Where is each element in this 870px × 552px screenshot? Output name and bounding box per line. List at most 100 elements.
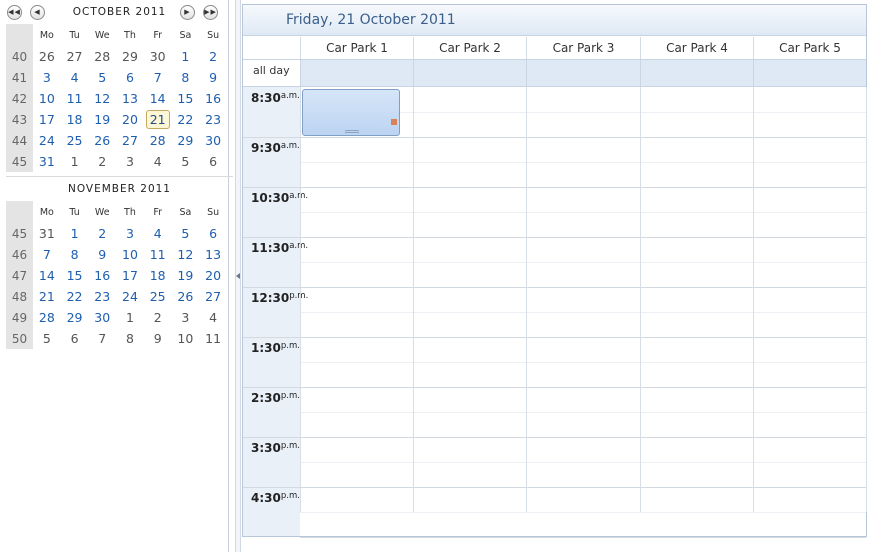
calendar-day[interactable]: 10: [172, 328, 200, 349]
calendar-day[interactable]: 3: [116, 151, 144, 172]
half-hour-gridline: [300, 212, 866, 213]
calendar-day[interactable]: 8: [172, 67, 200, 88]
calendar-day[interactable]: 11: [144, 244, 172, 265]
calendar-day[interactable]: 2: [144, 307, 172, 328]
calendar-day[interactable]: 29: [116, 46, 144, 67]
calendar-day[interactable]: 26: [172, 286, 200, 307]
calendar-day[interactable]: 6: [61, 328, 89, 349]
calendar-day[interactable]: 4: [144, 151, 172, 172]
calendar-day[interactable]: 22: [172, 109, 200, 130]
calendar-day[interactable]: 4: [144, 223, 172, 244]
calendar-day[interactable]: 6: [199, 223, 227, 244]
calendar-day[interactable]: 25: [144, 286, 172, 307]
collapse-arrow-icon[interactable]: [236, 273, 240, 279]
calendar-day[interactable]: 12: [88, 88, 116, 109]
calendar-day[interactable]: 28: [144, 130, 172, 151]
calendar-day[interactable]: 22: [61, 286, 89, 307]
calendar-day[interactable]: 12: [172, 244, 200, 265]
calendar-day[interactable]: 28: [88, 46, 116, 67]
calendar-day[interactable]: 17: [116, 265, 144, 286]
fast-previous-icon[interactable]: ◀◀: [7, 5, 22, 20]
calendar-day[interactable]: 16: [88, 265, 116, 286]
calendar-day[interactable]: 27: [199, 286, 227, 307]
calendar-day[interactable]: 31: [33, 151, 61, 172]
calendar-day[interactable]: 5: [172, 151, 200, 172]
calendar-day[interactable]: 1: [61, 151, 89, 172]
all-day-cell[interactable]: [300, 60, 413, 86]
calendar-day[interactable]: 2: [88, 223, 116, 244]
calendar-day[interactable]: 20: [116, 109, 144, 130]
calendar-day[interactable]: 16: [199, 88, 227, 109]
calendar-day[interactable]: 15: [61, 265, 89, 286]
calendar-day[interactable]: 31: [33, 223, 61, 244]
calendar-day[interactable]: 26: [88, 130, 116, 151]
calendar-day[interactable]: 28: [33, 307, 61, 328]
time-label: 8:30a.m.: [243, 87, 300, 137]
calendar-day[interactable]: 8: [61, 244, 89, 265]
calendar-day[interactable]: 2: [88, 151, 116, 172]
calendar-day[interactable]: 10: [116, 244, 144, 265]
fast-next-icon[interactable]: ▶▶: [203, 5, 218, 20]
calendar-day[interactable]: 2: [199, 46, 227, 67]
next-month-icon[interactable]: ▶: [180, 5, 195, 20]
calendar-day[interactable]: 23: [88, 286, 116, 307]
calendar-day[interactable]: 14: [144, 88, 172, 109]
calendar-day[interactable]: 25: [61, 130, 89, 151]
calendar-day[interactable]: 6: [199, 151, 227, 172]
calendar-day[interactable]: 11: [199, 328, 227, 349]
pane-splitter[interactable]: [235, 0, 241, 552]
calendar-day[interactable]: 7: [88, 328, 116, 349]
calendar-day[interactable]: 5: [33, 328, 61, 349]
calendar-day[interactable]: 21: [33, 286, 61, 307]
calendar-day[interactable]: 3: [33, 67, 61, 88]
calendar-day[interactable]: 7: [144, 67, 172, 88]
calendar-day[interactable]: 7: [33, 244, 61, 265]
calendar-day[interactable]: 5: [88, 67, 116, 88]
calendar-day[interactable]: 1: [116, 307, 144, 328]
calendar-day[interactable]: 19: [88, 109, 116, 130]
calendar-day[interactable]: 1: [61, 223, 89, 244]
all-day-cell[interactable]: [753, 60, 866, 86]
calendar-day[interactable]: 13: [199, 244, 227, 265]
calendar-day[interactable]: 6: [116, 67, 144, 88]
calendar-day[interactable]: 3: [116, 223, 144, 244]
all-day-cell[interactable]: [526, 60, 640, 86]
calendar-day[interactable]: 23: [199, 109, 227, 130]
appointment[interactable]: [302, 89, 400, 136]
calendar-day[interactable]: 9: [88, 244, 116, 265]
calendar-day[interactable]: 30: [144, 46, 172, 67]
calendar-day[interactable]: 18: [61, 109, 89, 130]
day-number: 11: [149, 247, 166, 262]
calendar-day[interactable]: 4: [199, 307, 227, 328]
calendar-day[interactable]: 27: [61, 46, 89, 67]
calendar-day[interactable]: 29: [61, 307, 89, 328]
previous-month-icon[interactable]: ◀: [30, 5, 45, 20]
calendar-day[interactable]: 4: [61, 67, 89, 88]
calendar-day[interactable]: 18: [144, 265, 172, 286]
calendar-day[interactable]: 10: [33, 88, 61, 109]
calendar-day[interactable]: 9: [144, 328, 172, 349]
calendar-day[interactable]: 14: [33, 265, 61, 286]
calendar-day[interactable]: 29: [172, 130, 200, 151]
calendar-day[interactable]: 27: [116, 130, 144, 151]
all-day-cell[interactable]: [413, 60, 526, 86]
calendar-day[interactable]: 15: [172, 88, 200, 109]
calendar-day[interactable]: 1: [172, 46, 200, 67]
calendar-day[interactable]: 3: [172, 307, 200, 328]
calendar-day-selected[interactable]: 21: [144, 109, 172, 130]
calendar-day[interactable]: 24: [33, 130, 61, 151]
calendar-day[interactable]: 30: [199, 130, 227, 151]
calendar-day[interactable]: 26: [33, 46, 61, 67]
calendar-day[interactable]: 19: [172, 265, 200, 286]
calendar-day[interactable]: 5: [172, 223, 200, 244]
calendar-day[interactable]: 13: [116, 88, 144, 109]
calendar-day[interactable]: 30: [88, 307, 116, 328]
resize-handle[interactable]: [345, 130, 359, 133]
calendar-day[interactable]: 20: [199, 265, 227, 286]
calendar-day[interactable]: 8: [116, 328, 144, 349]
calendar-day[interactable]: 9: [199, 67, 227, 88]
calendar-day[interactable]: 24: [116, 286, 144, 307]
all-day-cell[interactable]: [640, 60, 753, 86]
calendar-day[interactable]: 11: [61, 88, 89, 109]
calendar-day[interactable]: 17: [33, 109, 61, 130]
